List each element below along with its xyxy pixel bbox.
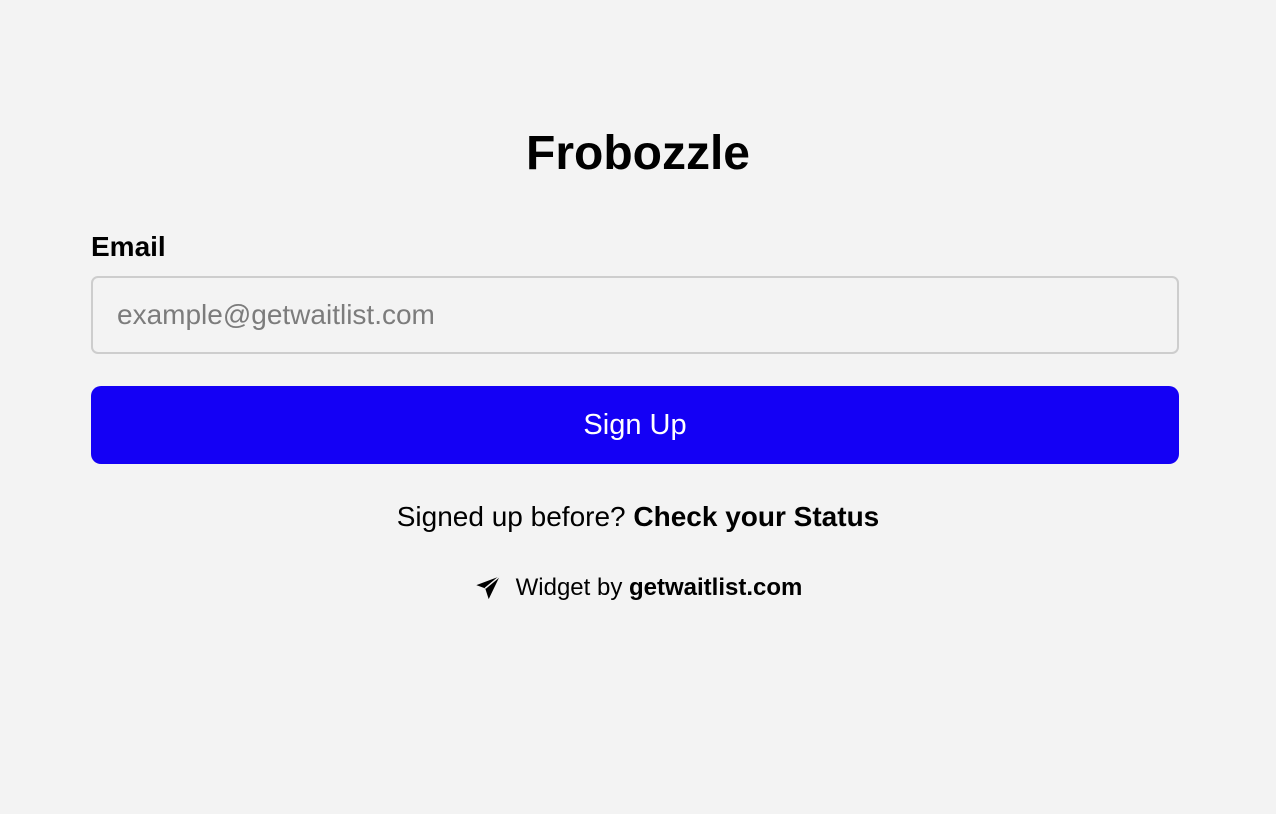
status-line: Signed up before? Check your Status <box>0 499 1276 535</box>
getwaitlist-link[interactable]: getwaitlist.com <box>629 572 802 604</box>
page-title: Frobozzle <box>526 127 750 180</box>
paper-plane-icon <box>474 574 502 602</box>
email-label: Email <box>91 231 166 262</box>
sign-up-button[interactable]: Sign Up <box>91 386 1179 464</box>
footer-prefix: Widget by <box>515 574 623 601</box>
email-field[interactable] <box>91 276 1179 354</box>
status-prompt: Signed up before? <box>396 501 626 532</box>
check-status-link[interactable]: Check your Status <box>633 501 879 532</box>
waitlist-widget: Frobozzle Email Sign Up Signed up before… <box>0 0 1276 814</box>
footer-attribution: Widget by getwaitlist.com <box>0 572 1276 604</box>
